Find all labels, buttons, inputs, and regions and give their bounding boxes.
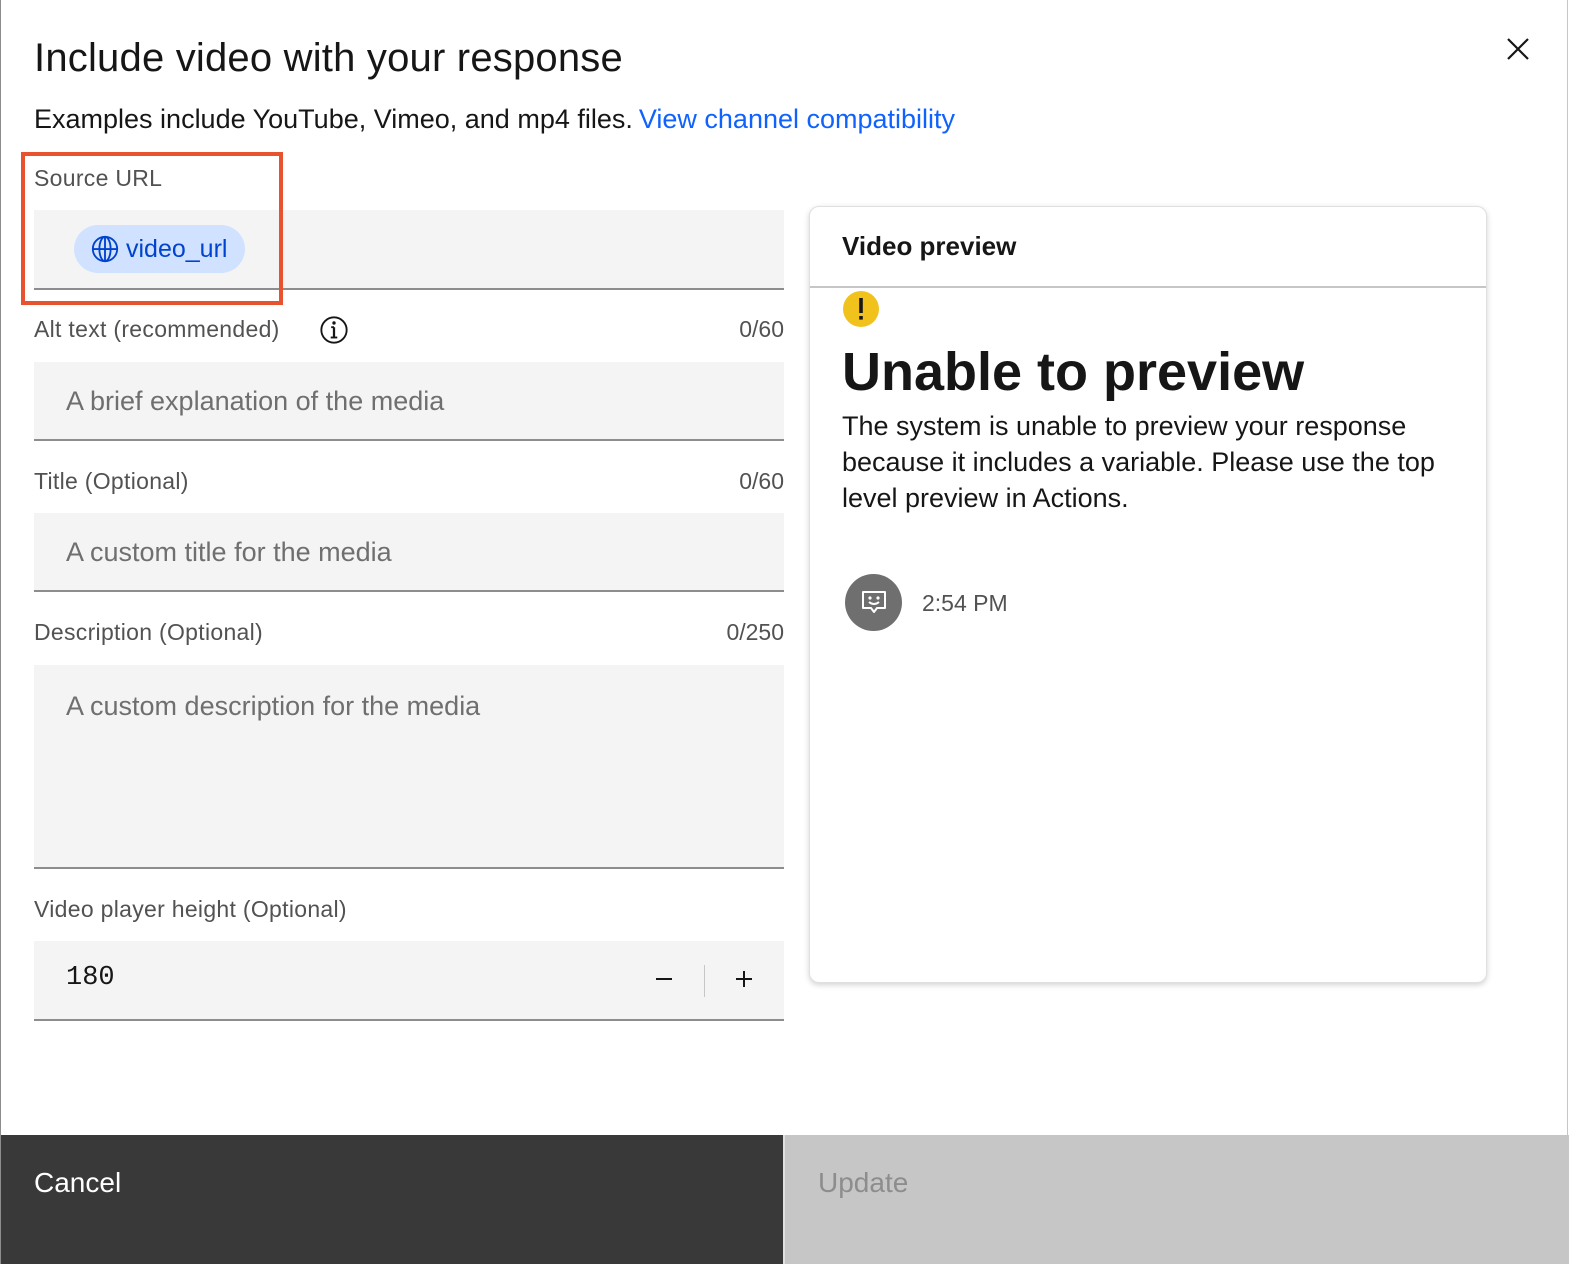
description-label: Description (Optional) <box>34 619 264 645</box>
alt-text-placeholder: A brief explanation of the media <box>66 386 445 416</box>
increment-button[interactable] <box>720 955 768 1003</box>
description-counter: 0/250 <box>726 619 784 645</box>
title-counter: 0/60 <box>739 468 784 494</box>
cancel-button[interactable]: Cancel <box>1 1135 783 1264</box>
source-url-field[interactable]: video_url <box>34 210 784 290</box>
close-button[interactable] <box>1495 26 1541 72</box>
message-timestamp: 2:54 PM <box>922 590 1008 616</box>
plus-icon <box>736 971 752 987</box>
variable-chip-label: video_url <box>126 234 228 263</box>
globe-icon <box>91 235 119 263</box>
player-height-stepper: 180 <box>34 941 784 1021</box>
modal-subtitle: Examples include YouTube, Vimeo, and mp4… <box>34 104 955 135</box>
stepper-divider <box>704 965 705 997</box>
video-preview-card: Video preview Unable to preview The syst… <box>809 206 1487 983</box>
cancel-button-label: Cancel <box>34 1167 122 1198</box>
channel-compatibility-link[interactable]: View channel compatibility <box>639 104 955 134</box>
alt-text-counter: 0/60 <box>739 316 784 342</box>
info-tooltip-button[interactable] <box>319 315 349 345</box>
source-url-label: Source URL <box>34 165 163 191</box>
update-button-label: Update <box>818 1167 909 1198</box>
video-response-modal: Include video with your response Example… <box>0 0 1569 1264</box>
alt-text-input[interactable]: A brief explanation of the media <box>34 362 784 441</box>
warning-icon <box>842 290 880 328</box>
player-height-input[interactable]: 180 <box>66 963 115 993</box>
alt-text-label: Alt text (recommended) <box>34 316 280 342</box>
update-button[interactable]: Update <box>783 1135 1569 1264</box>
bot-avatar-icon <box>845 574 902 631</box>
title-input[interactable]: A custom title for the media <box>34 513 784 592</box>
preview-error-message: The system is unable to preview your res… <box>842 411 1435 513</box>
title-placeholder: A custom title for the media <box>66 537 392 567</box>
decrement-button[interactable] <box>640 955 688 1003</box>
preview-header-title: Video preview <box>842 231 1017 261</box>
modal-title: Include video with your response <box>34 36 623 80</box>
minus-icon <box>656 978 672 980</box>
variable-chip[interactable]: video_url <box>74 225 246 273</box>
close-icon <box>1507 38 1529 60</box>
information-icon <box>320 316 348 344</box>
preview-error-heading: Unable to preview <box>842 342 1305 402</box>
title-label: Title (Optional) <box>34 468 189 494</box>
description-textarea[interactable]: A custom description for the media <box>34 665 784 869</box>
preview-header: Video preview <box>810 207 1486 288</box>
player-height-label: Video player height (Optional) <box>34 896 347 922</box>
description-placeholder: A custom description for the media <box>66 691 481 721</box>
subtitle-text: Examples include YouTube, Vimeo, and mp4… <box>34 104 633 134</box>
